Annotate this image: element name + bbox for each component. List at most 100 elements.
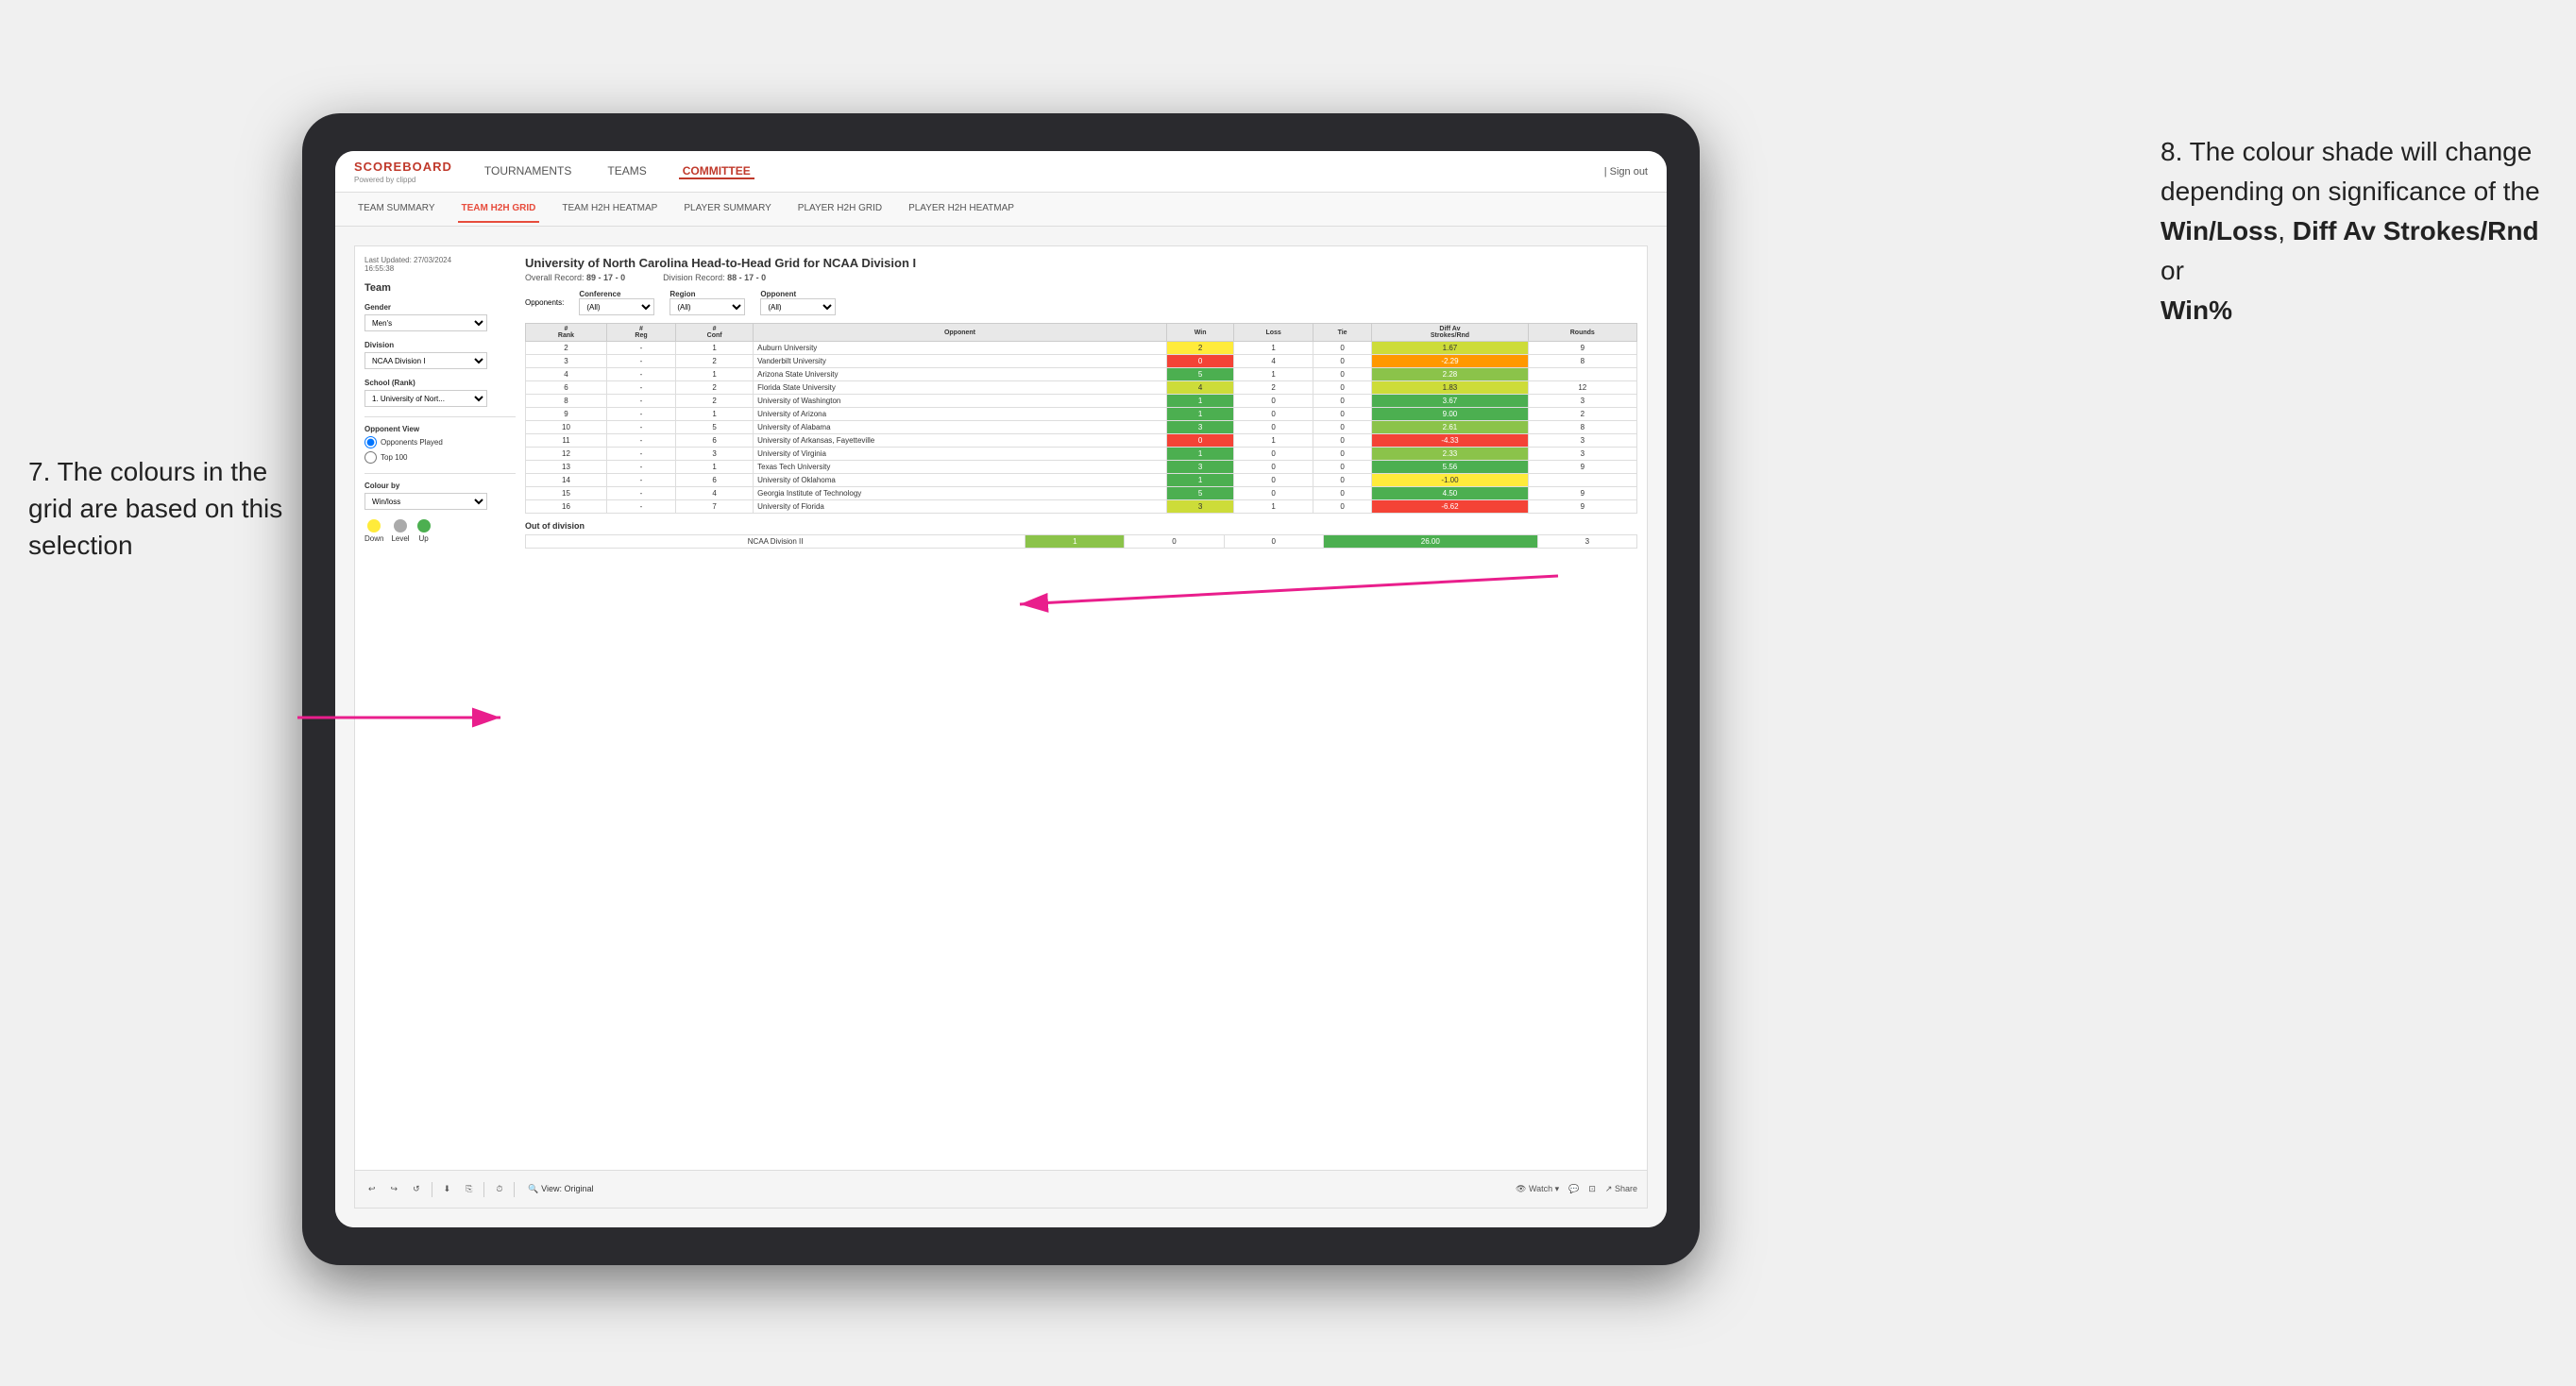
cell-loss: 1 [1234, 500, 1313, 514]
legend-dot-level [394, 519, 407, 532]
cell-opponent: Auburn University [754, 342, 1167, 355]
toolbar-comment[interactable]: 💬 [1568, 1184, 1579, 1194]
cell-reg: - [606, 461, 675, 474]
sub-nav-team-h2h-grid[interactable]: TEAM H2H GRID [458, 195, 540, 223]
radio-opponents-played[interactable]: Opponents Played [364, 436, 516, 448]
cell-diff: -1.00 [1372, 474, 1528, 487]
toolbar-share[interactable]: ↗ Share [1605, 1184, 1637, 1194]
opponent-view-section: Opponent View Opponents Played Top 100 [364, 425, 516, 464]
nav-bar: SCOREBOARD Powered by clippd TOURNAMENTS… [335, 151, 1667, 193]
cell-reg: - [606, 408, 675, 421]
cell-loss: 0 [1234, 474, 1313, 487]
cell-opponent: University of Florida [754, 500, 1167, 514]
cell-tie: 0 [1313, 448, 1372, 461]
cell-loss: 0 [1234, 408, 1313, 421]
colour-by-select[interactable]: Win/loss [364, 493, 487, 510]
team-section: Team [364, 282, 516, 294]
sub-nav-player-h2h-grid[interactable]: PLAYER H2H GRID [794, 195, 886, 223]
cell-rank: 12 [526, 448, 607, 461]
school-label: School (Rank) [364, 379, 516, 387]
divider2 [364, 473, 516, 474]
cell-reg: - [606, 355, 675, 368]
cell-tie: 0 [1313, 368, 1372, 381]
cell-conf: 4 [676, 487, 754, 500]
table-row: 11 - 6 University of Arkansas, Fayettevi… [526, 434, 1637, 448]
cell-loss: 1 [1234, 342, 1313, 355]
nav-tournaments[interactable]: TOURNAMENTS [481, 164, 575, 179]
cell-loss: 0 [1234, 395, 1313, 408]
nav-teams[interactable]: TEAMS [603, 164, 650, 179]
sub-nav-team-summary[interactable]: TEAM SUMMARY [354, 195, 439, 223]
toolbar-right: 👁 Watch ▾ 💬 ⊡ ↗ Share [1516, 1184, 1637, 1194]
col-loss: Loss [1234, 324, 1313, 342]
logo-sub: Powered by clippd [354, 176, 452, 184]
sub-nav-player-h2h-heatmap[interactable]: PLAYER H2H HEATMAP [905, 195, 1018, 223]
conference-select[interactable]: (All) [579, 298, 654, 315]
cell-win: 3 [1166, 500, 1234, 514]
cell-reg: - [606, 448, 675, 461]
cell-win: 3 [1166, 461, 1234, 474]
toolbar-undo[interactable]: ↩ [364, 1182, 380, 1196]
cell-rank: 3 [526, 355, 607, 368]
radio-top100[interactable]: Top 100 [364, 451, 516, 464]
cell-rounds [1528, 368, 1636, 381]
sub-nav-player-summary[interactable]: PLAYER SUMMARY [680, 195, 774, 223]
opponent-view-label: Opponent View [364, 425, 516, 433]
opponent-select[interactable]: (All) [760, 298, 836, 315]
cell-tie: 0 [1313, 381, 1372, 395]
toolbar-clock[interactable]: ⏱ [492, 1182, 506, 1196]
region-select[interactable]: (All) [669, 298, 745, 315]
cell-win: 5 [1166, 368, 1234, 381]
toolbar-embed[interactable]: ⊡ [1588, 1184, 1596, 1194]
gender-filter: Gender Men's [364, 303, 516, 331]
cell-tie: 0 [1313, 355, 1372, 368]
cell-conf: 3 [676, 448, 754, 461]
team-heading: Team [364, 282, 516, 294]
nav-committee[interactable]: COMMITTEE [679, 164, 754, 179]
cell-loss: 0 [1234, 421, 1313, 434]
toolbar-sep2 [483, 1182, 484, 1197]
cell-win: 4 [1166, 381, 1234, 395]
cell-rounds: 3 [1528, 448, 1636, 461]
divider1 [364, 416, 516, 417]
table-row: 2 - 1 Auburn University 2 1 0 1.67 9 [526, 342, 1637, 355]
gender-select[interactable]: Men's [364, 314, 487, 331]
nav-links: TOURNAMENTS TEAMS COMMITTEE [481, 164, 1604, 179]
toolbar-redo[interactable]: ↪ [387, 1182, 402, 1196]
cell-reg: - [606, 500, 675, 514]
cell-win: 2 [1166, 342, 1234, 355]
sub-nav-team-h2h-heatmap[interactable]: TEAM H2H HEATMAP [558, 195, 661, 223]
opponent-filter: Opponent (All) [760, 290, 836, 315]
toolbar-download[interactable]: ⬇ [440, 1182, 455, 1196]
col-win: Win [1166, 324, 1234, 342]
legend-up-label: Up [418, 534, 428, 543]
sign-out-button[interactable]: | Sign out [1604, 166, 1648, 177]
cell-opponent: University of Washington [754, 395, 1167, 408]
school-select[interactable]: 1. University of Nort... [364, 390, 487, 407]
cell-diff: 2.33 [1372, 448, 1528, 461]
cell-opponent: Texas Tech University [754, 461, 1167, 474]
toolbar-reset[interactable]: ↺ [409, 1182, 424, 1196]
region-filter: Region (All) [669, 290, 745, 315]
colour-legend: Down Level Up [364, 519, 516, 543]
table-row: 6 - 2 Florida State University 4 2 0 1.8… [526, 381, 1637, 395]
cell-rounds: 12 [1528, 381, 1636, 395]
sub-nav: TEAM SUMMARY TEAM H2H GRID TEAM H2H HEAT… [335, 193, 1667, 227]
cell-loss: 0 [1234, 461, 1313, 474]
cell-diff: -2.29 [1372, 355, 1528, 368]
division-select[interactable]: NCAA Division I [364, 352, 487, 369]
toolbar-watch[interactable]: 👁 Watch ▾ [1516, 1184, 1559, 1194]
cell-rounds: 9 [1528, 500, 1636, 514]
cell-win: 0 [1166, 434, 1234, 448]
cell-rank: 2 [526, 342, 607, 355]
conference-filter: Conference (All) [579, 290, 654, 315]
toolbar-copy[interactable]: ⎘ [462, 1182, 476, 1196]
cell-rounds: 3 [1528, 395, 1636, 408]
cell-diff: 2.28 [1372, 368, 1528, 381]
table-row: 4 - 1 Arizona State University 5 1 0 2.2… [526, 368, 1637, 381]
table-row: 9 - 1 University of Arizona 1 0 0 9.00 2 [526, 408, 1637, 421]
toolbar-view-label: 🔍 View: Original [528, 1184, 593, 1194]
table-row: 16 - 7 University of Florida 3 1 0 -6.62… [526, 500, 1637, 514]
cell-rounds: 9 [1528, 461, 1636, 474]
cell-win: 1 [1166, 448, 1234, 461]
